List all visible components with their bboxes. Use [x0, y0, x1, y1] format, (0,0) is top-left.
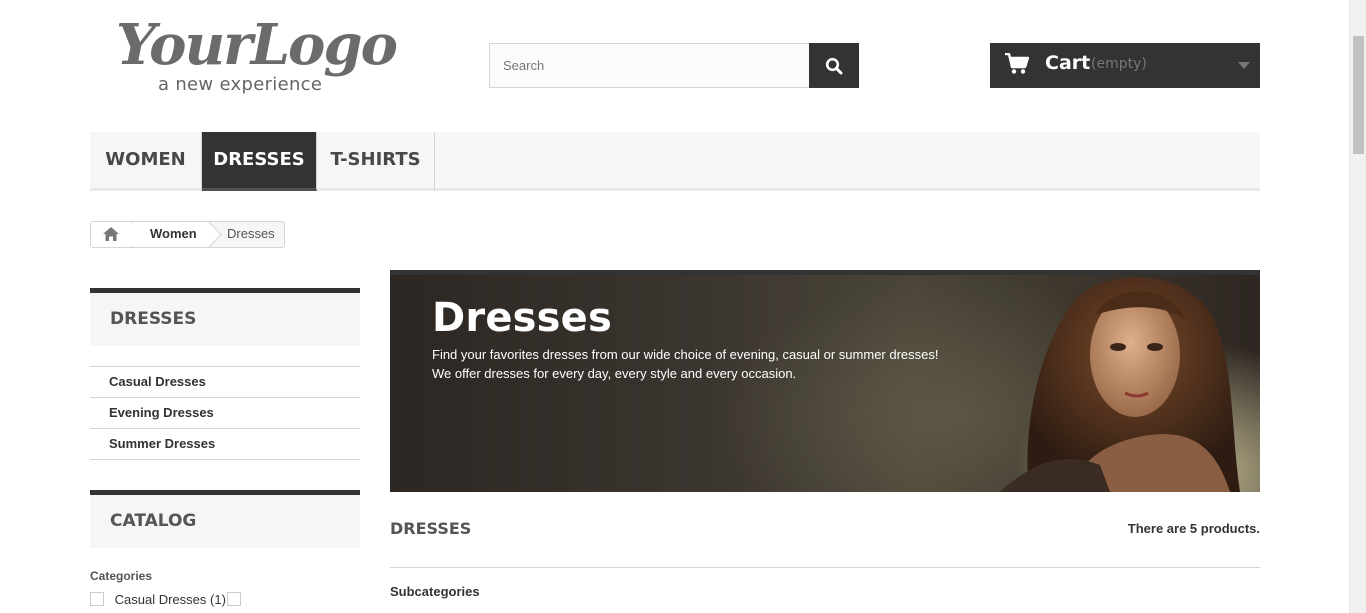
home-icon: [103, 227, 119, 241]
search-icon: [825, 57, 843, 75]
logo[interactable]: YourLogo a new experience: [116, 14, 406, 100]
breadcrumb-current: Dresses: [227, 226, 275, 241]
menu-item-dresses[interactable]: DRESSES: [202, 132, 317, 191]
cart-label: Cart: [1045, 52, 1091, 74]
menu-item-women[interactable]: WOMEN: [90, 132, 202, 191]
banner-title: Dresses: [432, 295, 613, 341]
logo-tagline: a new experience: [158, 74, 323, 95]
filter-count: (1): [210, 592, 226, 607]
page: YourLogo a new experience Search Cart (e…: [0, 0, 1366, 613]
sidebar-item-evening-dresses[interactable]: Evening Dresses: [90, 398, 360, 429]
sidebar-item-casual-dresses[interactable]: Casual Dresses: [90, 367, 360, 398]
breadcrumb: Women Dresses: [90, 221, 285, 248]
search-button[interactable]: [809, 43, 859, 88]
sidebar-catalog-title: CATALOG: [90, 490, 360, 548]
breadcrumb-separator: [208, 221, 222, 248]
divider: [390, 567, 1260, 568]
menu-item-tshirts[interactable]: T-SHIRTS: [317, 132, 435, 191]
filter-casual-dresses[interactable]: Casual Dresses (1): [90, 592, 241, 610]
breadcrumb-women[interactable]: Women: [133, 222, 209, 247]
logo-script: YourLogo: [116, 12, 398, 78]
product-count: There are 5 products.: [1127, 521, 1260, 536]
model-photo: [1000, 277, 1240, 492]
listing-title: DRESSES: [390, 519, 472, 538]
sidebar-dresses-title[interactable]: DRESSES: [90, 288, 360, 346]
banner-description-line1: Find your favorites dresses from our wid…: [432, 347, 939, 362]
cart-status: (empty): [1091, 56, 1147, 72]
scrollbar-thumb[interactable]: [1353, 36, 1364, 154]
chevron-down-icon: [1238, 62, 1250, 69]
page-scrollbar[interactable]: [1349, 0, 1366, 613]
sidebar-item-summer-dresses[interactable]: Summer Dresses: [90, 429, 360, 460]
filter-label[interactable]: Casual Dresses: [115, 592, 207, 607]
filter-checkbox[interactable]: [90, 592, 104, 606]
breadcrumb-home[interactable]: [91, 222, 133, 247]
cart-icon: [1005, 53, 1029, 74]
search-input[interactable]: Search: [489, 43, 810, 88]
sidebar-dresses-list: Casual Dresses Evening Dresses Summer Dr…: [90, 366, 360, 460]
subcategories-heading: Subcategories: [390, 584, 480, 599]
category-banner: Dresses Find your favorites dresses from…: [390, 270, 1260, 492]
filter-categories-label: Categories: [90, 569, 153, 583]
filter-checkbox-extra: [226, 592, 241, 606]
main-menu: WOMEN DRESSES T-SHIRTS: [90, 132, 1260, 191]
banner-description-line2: We offer dresses for every day, every st…: [432, 366, 797, 381]
cart-button[interactable]: Cart (empty): [990, 43, 1260, 88]
